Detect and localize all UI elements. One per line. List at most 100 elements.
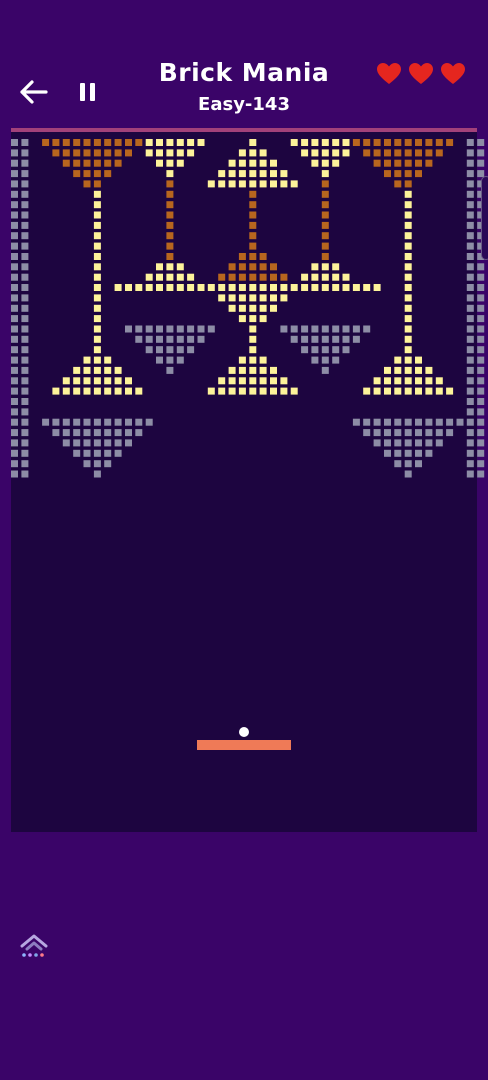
brick <box>114 284 122 291</box>
brick <box>477 346 485 354</box>
brick <box>21 346 29 354</box>
brick <box>62 149 70 157</box>
brick <box>363 387 371 395</box>
brick <box>342 149 350 157</box>
brick <box>135 325 143 333</box>
brick <box>93 232 101 240</box>
brick <box>21 398 29 405</box>
brick <box>477 366 485 374</box>
brick <box>21 418 29 426</box>
brick <box>145 139 153 146</box>
brick <box>21 211 29 219</box>
brick <box>11 418 18 426</box>
brick <box>249 159 257 167</box>
brick <box>477 335 485 343</box>
brick <box>62 387 70 395</box>
brick <box>342 325 350 333</box>
brick <box>176 139 184 146</box>
brick <box>259 284 267 291</box>
brick <box>290 325 298 333</box>
game-app-icon[interactable] <box>18 932 50 960</box>
brick <box>125 377 132 385</box>
brick <box>394 159 402 167</box>
brick <box>363 325 371 333</box>
brick <box>311 149 319 157</box>
brick <box>156 273 163 281</box>
brick <box>11 325 18 333</box>
brick <box>166 221 174 229</box>
brick <box>21 315 29 323</box>
brick <box>321 242 329 250</box>
paddle[interactable] <box>197 740 291 750</box>
brick <box>93 387 101 395</box>
brick <box>404 377 412 385</box>
brick <box>42 418 50 426</box>
brick <box>156 356 163 364</box>
brick <box>166 366 174 374</box>
brick <box>11 346 18 354</box>
brick <box>259 356 267 364</box>
brick <box>373 429 381 437</box>
brick <box>11 190 18 198</box>
brick <box>425 439 433 447</box>
brick <box>11 315 18 323</box>
brick <box>466 398 474 405</box>
brick <box>93 263 101 271</box>
brick <box>259 294 267 302</box>
brick <box>280 377 288 385</box>
brick <box>466 356 474 364</box>
brick <box>332 159 340 167</box>
brick <box>11 429 18 437</box>
brick <box>321 284 329 291</box>
brick <box>466 221 474 229</box>
brick <box>373 439 381 447</box>
brick <box>477 429 485 437</box>
brick <box>466 139 474 146</box>
brick <box>145 284 153 291</box>
brick <box>238 180 246 188</box>
brick <box>394 139 402 146</box>
brick <box>332 356 340 364</box>
brick <box>321 159 329 167</box>
brick <box>218 180 226 188</box>
brick <box>446 418 454 426</box>
brick <box>93 304 101 312</box>
brick <box>11 304 18 312</box>
brick <box>394 356 402 364</box>
brick <box>166 325 174 333</box>
chevron-up-icon <box>20 934 48 957</box>
brick <box>373 284 381 291</box>
brick <box>466 211 474 219</box>
brick <box>73 387 81 395</box>
brick <box>321 366 329 374</box>
brick <box>373 387 381 395</box>
brick <box>207 325 215 333</box>
brick <box>238 149 246 157</box>
brick <box>11 139 18 146</box>
brick <box>477 460 485 468</box>
edge-panel-handle[interactable] <box>481 176 488 260</box>
brick <box>166 170 174 178</box>
brick <box>62 439 70 447</box>
brick <box>21 149 29 157</box>
brick <box>394 460 402 468</box>
brick <box>373 377 381 385</box>
brick <box>435 377 443 385</box>
brick <box>11 387 18 395</box>
brick <box>404 159 412 167</box>
brick <box>415 159 422 167</box>
brick <box>394 429 402 437</box>
brick <box>311 325 319 333</box>
brick <box>11 449 18 457</box>
brick <box>259 377 267 385</box>
brick <box>21 429 29 437</box>
brick <box>404 273 412 281</box>
brick <box>104 159 112 167</box>
brick <box>259 253 267 260</box>
brick <box>62 159 70 167</box>
brick <box>21 449 29 457</box>
brick <box>435 429 443 437</box>
brick <box>404 387 412 395</box>
brick <box>104 387 112 395</box>
brick <box>125 418 132 426</box>
